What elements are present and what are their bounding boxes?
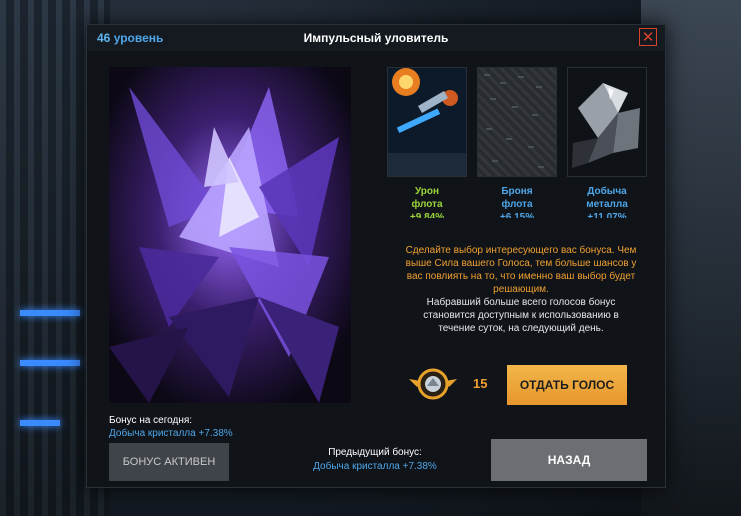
bonus-card-fleet-damage[interactable]: Урон флота +9.84% — [387, 67, 467, 218]
vote-info-white: Набравший больше всего голосов бонус ста… — [423, 297, 619, 334]
bonus-label: Броня флота +6.15% — [477, 185, 557, 218]
today-bonus-value: Добыча кристалла +7.38% — [109, 428, 233, 439]
station-light — [20, 360, 80, 366]
bonus-name-line: Добыча — [587, 186, 627, 197]
bonus-value: +9.84% — [409, 212, 445, 218]
bonus-card-metal-mining[interactable]: Добыча металла +11.07% — [567, 67, 647, 218]
bonus-label: Урон флота +9.84% — [387, 185, 467, 218]
bonus-value: +6.15% — [499, 212, 535, 218]
previous-bonus-label: Предыдущий бонус: — [328, 447, 422, 458]
back-button[interactable]: НАЗАД — [491, 439, 647, 481]
vote-count: 15 — [473, 376, 488, 391]
fleet-damage-image — [387, 67, 467, 177]
station-light — [20, 420, 60, 426]
dialog-title: Импульсный уловитель — [303, 31, 449, 45]
fleet-armor-image — [477, 67, 557, 177]
close-icon[interactable]: ✕ — [639, 28, 657, 46]
bonus-name-line: Броня — [501, 186, 533, 197]
vote-power-icon — [407, 367, 459, 401]
bonus-active-button: БОНУС АКТИВЕН — [109, 443, 229, 481]
previous-bonus-value: Добыча кристалла +7.38% — [313, 461, 437, 472]
vote-dialog: 46 уровень Импульсный уловитель ✕ Урон ф… — [86, 24, 666, 488]
vote-row: 15 ОТДАТЬ ГОЛОС — [407, 363, 647, 407]
dialog-titlebar: 46 уровень Импульсный уловитель ✕ — [87, 25, 665, 51]
bonus-name-line: Урон — [414, 186, 440, 197]
metal-mining-image — [567, 67, 647, 177]
cast-vote-button[interactable]: ОТДАТЬ ГОЛОС — [507, 365, 627, 405]
station-light — [20, 310, 80, 316]
vote-info-text: Сделайте выбор интересующего вас бонуса.… — [405, 244, 637, 335]
bonus-name-line: металла — [586, 199, 628, 210]
bonus-name-line: флота — [411, 199, 443, 210]
bonus-name-line: флота — [501, 199, 533, 210]
bonus-label: Добыча металла +11.07% — [567, 185, 647, 218]
vote-info-orange: Сделайте выбор интересующего вас бонуса.… — [405, 245, 637, 295]
today-bonus-label: Бонус на сегодня: — [109, 415, 193, 426]
bonus-card-fleet-armor[interactable]: Броня флота +6.15% — [477, 67, 557, 218]
bonus-value: +11.07% — [587, 212, 627, 218]
crystal-artwork — [109, 67, 351, 403]
